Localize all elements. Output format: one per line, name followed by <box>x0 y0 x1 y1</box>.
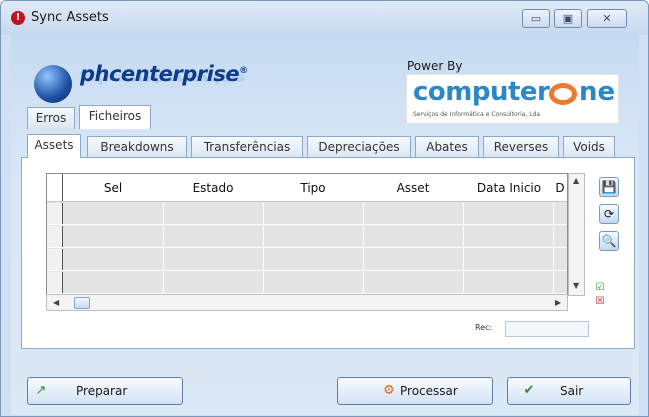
computerone-tagline: Serviços de Informática e Consultoria, L… <box>413 111 541 118</box>
table-row[interactable] <box>47 249 567 271</box>
record-label: Rec: <box>475 323 493 332</box>
scroll-up-icon[interactable]: ▲ <box>573 176 579 185</box>
scroll-left-icon[interactable]: ◀ <box>53 298 59 307</box>
minimize-button[interactable]: ▭ <box>522 9 550 28</box>
sync-assets-window: ! Sync Assets ▭ ▣ ✕ phcenterprise® phcen… <box>0 0 649 417</box>
check-all-icon[interactable]: ☑ <box>594 282 606 294</box>
grid-header: Sel Estado Tipo Asset Data Inicio D <box>47 174 567 202</box>
tab-breakdowns[interactable]: Breakdowns <box>87 136 187 158</box>
prepare-icon: ↗ <box>35 383 47 398</box>
computerone-logo-ring <box>549 83 577 105</box>
scroll-down-icon[interactable]: ▼ <box>573 281 579 290</box>
power-by-label: Power By <box>407 59 463 73</box>
tab-ficheiros[interactable]: Ficheiros <box>79 105 151 129</box>
save-icon[interactable]: 💾 <box>599 177 619 197</box>
table-row[interactable] <box>47 226 567 248</box>
phc-logo: phcenterprise® phcenterprise <box>34 59 269 107</box>
uncheck-all-icon[interactable]: ☒ <box>594 296 606 308</box>
tab-abates[interactable]: Abates <box>415 136 479 158</box>
tab-voids[interactable]: Voids <box>563 136 615 158</box>
phc-logo-mark <box>34 65 72 103</box>
maximize-button[interactable]: ▣ <box>554 9 582 28</box>
row-indicator[interactable] <box>47 226 63 247</box>
tab-reverses[interactable]: Reverses <box>483 136 559 158</box>
exit-label: Sair <box>560 384 584 398</box>
table-row[interactable] <box>47 272 567 294</box>
computerone-logo: computer ne Serviços de Informática e Co… <box>406 74 619 124</box>
record-field[interactable] <box>505 321 589 337</box>
phc-logo-reflection: phcenterprise <box>80 71 246 86</box>
computerone-logo-text: computer <box>413 77 550 107</box>
column-header-d[interactable]: D <box>553 174 567 202</box>
grid-divider <box>553 202 554 295</box>
grid-divider <box>163 202 164 295</box>
exit-icon: ✔ <box>523 383 535 398</box>
exit-button[interactable]: ✔ Sair <box>507 377 631 405</box>
computerone-logo-suffix: ne <box>579 77 616 107</box>
grid-divider <box>263 202 264 295</box>
grid-divider <box>363 202 364 295</box>
search-icon[interactable]: 🔍 <box>599 231 619 251</box>
tab-transferencias[interactable]: Transferências <box>191 136 303 158</box>
column-header-sel[interactable]: Sel <box>63 174 163 202</box>
close-button[interactable]: ✕ <box>587 9 627 28</box>
process-button[interactable]: ⚙ Processar <box>337 377 493 405</box>
row-indicator[interactable] <box>47 249 63 270</box>
row-indicator[interactable] <box>47 203 63 224</box>
column-header-tipo[interactable]: Tipo <box>263 174 363 202</box>
process-label: Processar <box>400 384 458 398</box>
tab-assets[interactable]: Assets <box>27 134 81 158</box>
column-header-asset[interactable]: Asset <box>363 174 463 202</box>
scroll-thumb[interactable] <box>74 297 90 309</box>
header-indicator <box>47 174 63 201</box>
column-header-estado[interactable]: Estado <box>163 174 263 202</box>
grid-horizontal-scrollbar[interactable]: ◀ ▶ <box>46 294 568 311</box>
app-icon: ! <box>11 11 25 25</box>
prepare-button[interactable]: ↗ Preparar <box>27 377 183 405</box>
grid-vertical-scrollbar[interactable]: ▲ ▼ <box>568 173 585 296</box>
scroll-right-icon[interactable]: ▶ <box>555 298 561 307</box>
tab-erros[interactable]: Erros <box>27 107 75 129</box>
window-title: Sync Assets <box>31 10 109 25</box>
row-indicator[interactable] <box>47 272 63 293</box>
process-icon: ⚙ <box>383 383 395 398</box>
table-row[interactable] <box>47 203 567 225</box>
assets-grid[interactable]: Sel Estado Tipo Asset Data Inicio D <box>46 173 568 296</box>
title-bar[interactable]: ! Sync Assets ▭ ▣ ✕ <box>1 1 648 35</box>
refresh-icon[interactable]: ⟳ <box>599 204 619 224</box>
grid-divider <box>463 202 464 295</box>
column-header-data-inicio[interactable]: Data Inicio <box>463 174 555 202</box>
tab-depreciacoes[interactable]: Depreciações <box>307 136 411 158</box>
prepare-label: Preparar <box>76 384 128 398</box>
